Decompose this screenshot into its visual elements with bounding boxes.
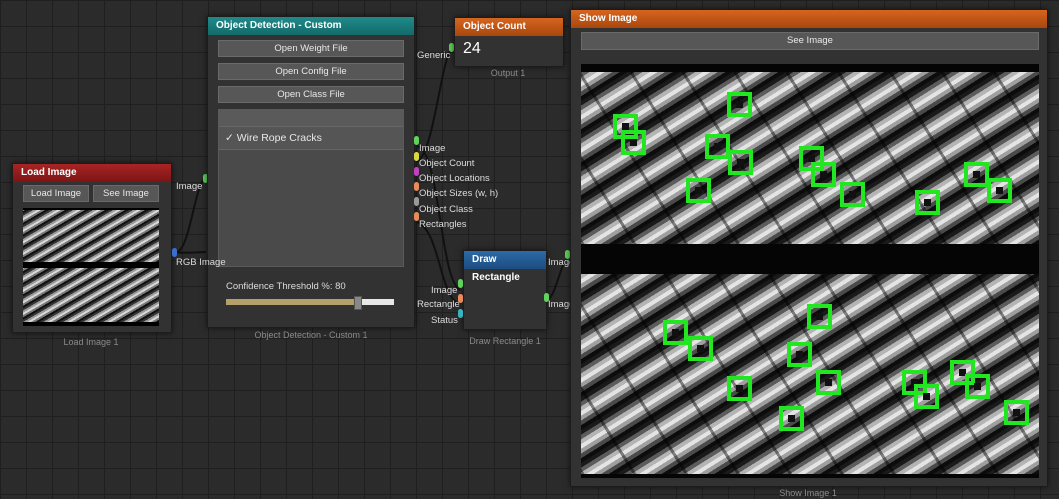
detection-box [663,320,688,345]
output-image-label: Image [419,143,446,154]
output-object-sizes-port[interactable] [414,182,419,191]
open-weight-file-button[interactable]: Open Weight File [218,40,404,57]
load-image-node[interactable]: Load Image Load Image See Image [12,163,172,333]
detection-box [787,342,812,367]
class-item-wire-rope-cracks[interactable]: ✓ Wire Rope Cracks [219,127,403,150]
generic-label: Generic [417,50,451,61]
load-image-output-label: Image [176,181,203,192]
show-input-image-port[interactable] [544,293,549,302]
class-list[interactable]: ✓ Wire Rope Cracks [218,109,404,267]
detection-box [686,178,711,203]
show-image-caption: Show Image 1 [779,488,837,498]
confidence-slider-handle[interactable] [354,296,362,310]
output-object-sizes-label: Object Sizes (w, h) [419,188,499,199]
object-detection-caption: Object Detection - Custom 1 [254,330,368,340]
object-detection-node[interactable]: Object Detection - Custom Open Weight Fi… [207,16,415,328]
see-image-button[interactable]: See Image [93,185,159,202]
rgb-image-input-label: RGB Image [176,257,226,268]
object-count-title: Object Count [455,18,563,36]
detection-box [987,178,1012,203]
object-detection-title: Object Detection - Custom [208,17,414,35]
load-image-caption: Load Image 1 [63,337,119,347]
detection-box [727,376,752,401]
output-image-port[interactable] [414,136,419,145]
detection-box [1004,400,1029,425]
object-count-value: 24 [463,40,481,57]
open-class-file-button[interactable]: Open Class File [218,86,404,103]
rgb-input-port[interactable] [172,248,177,257]
confidence-label: Confidence Threshold %: 80 [226,281,346,292]
draw-input-status-label: Status [431,315,458,326]
object-count-caption: Output 1 [490,68,526,78]
draw-rectangle-node[interactable]: Draw Rectangle [463,250,547,330]
output-object-locations-port[interactable] [414,167,419,176]
output-object-count-port[interactable] [414,152,419,161]
draw-input-image-port[interactable] [458,279,463,288]
output-object-count-label: Object Count [419,158,475,169]
draw-input-status-port[interactable] [458,309,463,318]
detection-box [915,190,940,215]
detection-box [621,130,646,155]
load-image-title: Load Image [13,164,171,182]
output-object-locations-label: Object Locations [419,173,490,184]
object-count-node[interactable]: Object Count 24 [454,17,564,67]
draw-input-rectangle-port[interactable] [458,294,463,303]
output-object-class-port[interactable] [414,197,419,206]
confidence-slider[interactable] [226,296,394,310]
class-list-blank-row [219,110,403,127]
detection-box [964,162,989,187]
load-image-button[interactable]: Load Image [23,185,89,202]
draw-input-rectangle-label: Rectangle [417,299,460,310]
detection-box [779,406,804,431]
result-image [581,64,1039,478]
detection-box [727,92,752,117]
show-image-title: Show Image [571,10,1047,28]
confidence-slider-fill [226,299,361,305]
detection-box [688,336,713,361]
draw-input-image-label: Image [431,285,458,296]
output-object-class-label: Object Class [419,204,473,215]
preview-rope-bottom [23,268,159,322]
open-config-file-button[interactable]: Open Config File [218,63,404,80]
detection-box [840,182,865,207]
detection-box [811,162,836,187]
detection-box [816,370,841,395]
wire-load-to-rgb [171,251,207,254]
output-rectangles-label: Rectangles [419,219,467,230]
draw-rectangle-title: Draw Rectangle [464,251,546,283]
draw-rectangle-caption: Draw Rectangle 1 [469,336,541,346]
detection-box [965,374,990,399]
detection-box [705,134,730,159]
output-rectangles-port[interactable] [414,212,419,221]
detection-box [914,384,939,409]
preview-rope-top [23,210,159,262]
load-image-preview [23,208,159,326]
detection-box [728,150,753,175]
show-see-image-button[interactable]: See Image [581,32,1039,50]
show-image-node[interactable]: Show Image See Image [570,9,1048,487]
detection-box [807,304,832,329]
